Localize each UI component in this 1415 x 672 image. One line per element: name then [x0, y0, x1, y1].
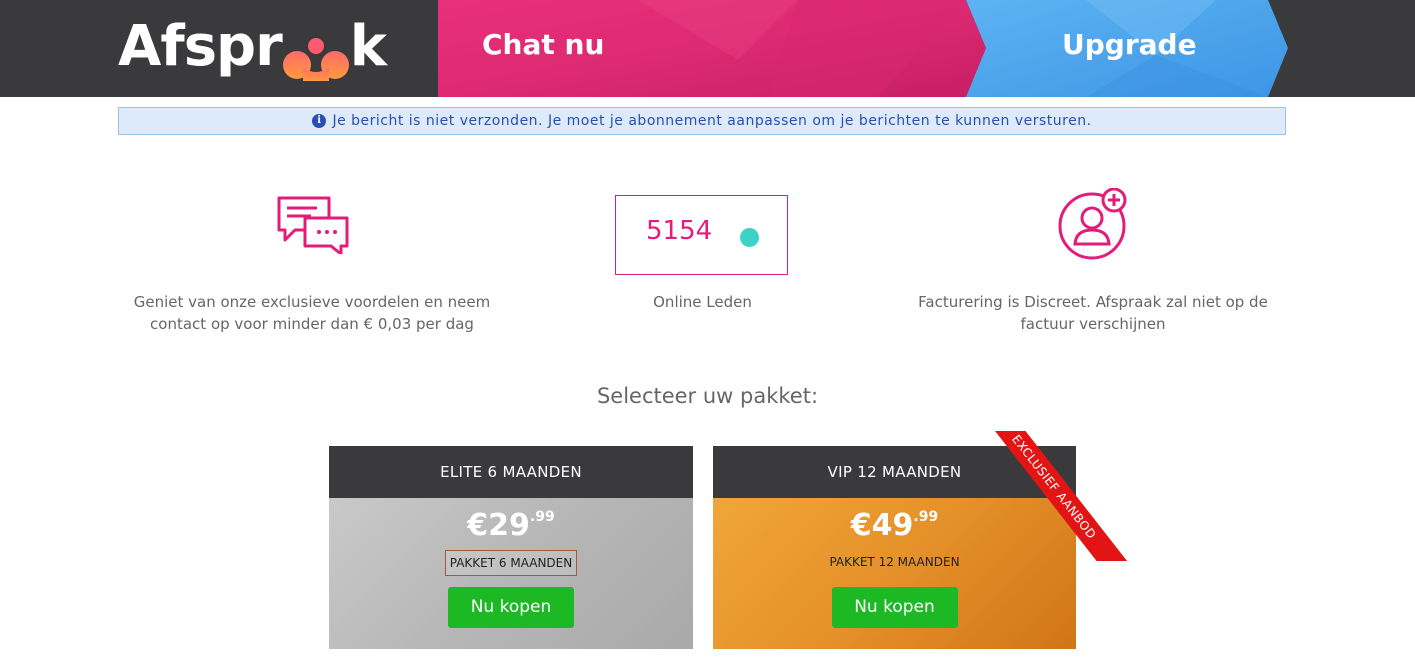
feature-chat-text: Geniet van onze exclusieve voordelen en …: [133, 293, 491, 333]
online-counter: 5154: [615, 195, 788, 275]
package-title: ELITE 6 MAANDEN: [329, 446, 693, 498]
logo-text-right: k: [349, 13, 387, 79]
price-main: €29: [467, 508, 530, 543]
info-icon: i: [312, 114, 327, 128]
package-body: €49.99 PAKKET 12 MAANDEN Nu kopen: [713, 498, 1076, 649]
buy-button-vip[interactable]: Nu kopen: [831, 587, 958, 628]
online-status-dot: [740, 228, 759, 247]
feature-billing-text: Facturering is Discreet. Afspraak zal ni…: [918, 293, 1268, 333]
upgrade-label: Upgrade: [1062, 28, 1197, 61]
price-cents: .99: [529, 509, 555, 525]
package-price: €29.99: [329, 508, 693, 543]
package-card-vip: VIP 12 MAANDEN €49.99 PAKKET 12 MAANDEN …: [713, 446, 1076, 649]
chat-nu-nav-button[interactable]: Chat nu: [438, 0, 986, 97]
chat-nu-label: Chat nu: [482, 28, 605, 61]
online-count: 5154: [646, 216, 713, 246]
hearts-logo-icon: [282, 30, 349, 81]
price-main: €49: [850, 508, 914, 543]
alert-banner: i Je bericht is niet verzonden. Je moet …: [118, 107, 1286, 135]
user-add-icon: [1058, 188, 1127, 260]
logo-text-left: Afspr: [118, 13, 283, 79]
package-title: VIP 12 MAANDEN: [713, 446, 1076, 498]
package-body: €29.99 PAKKET 6 MAANDEN Nu kopen: [329, 498, 693, 649]
package-price: €49.99: [713, 508, 1076, 543]
package-card-elite: ELITE 6 MAANDEN €29.99 PAKKET 6 MAANDEN …: [329, 446, 693, 649]
online-label: Online Leden: [653, 293, 752, 311]
package-subtitle: PAKKET 6 MAANDEN: [444, 550, 578, 576]
select-package-title: Selecteer uw pakket:: [596, 384, 819, 408]
afspraak-logo[interactable]: Afspr k: [118, 6, 387, 86]
upgrade-nav-button[interactable]: Upgrade: [966, 0, 1288, 97]
header: Afspr k Chat nu Upgrade: [0, 0, 1415, 97]
package-subtitle: PAKKET 12 MAANDEN: [829, 555, 960, 569]
buy-button-elite[interactable]: Nu kopen: [448, 587, 574, 628]
price-cents: .99: [913, 509, 939, 525]
alert-text: Je bericht is niet verzonden. Je moet je…: [332, 113, 1092, 129]
chat-bubbles-icon: [277, 196, 349, 254]
